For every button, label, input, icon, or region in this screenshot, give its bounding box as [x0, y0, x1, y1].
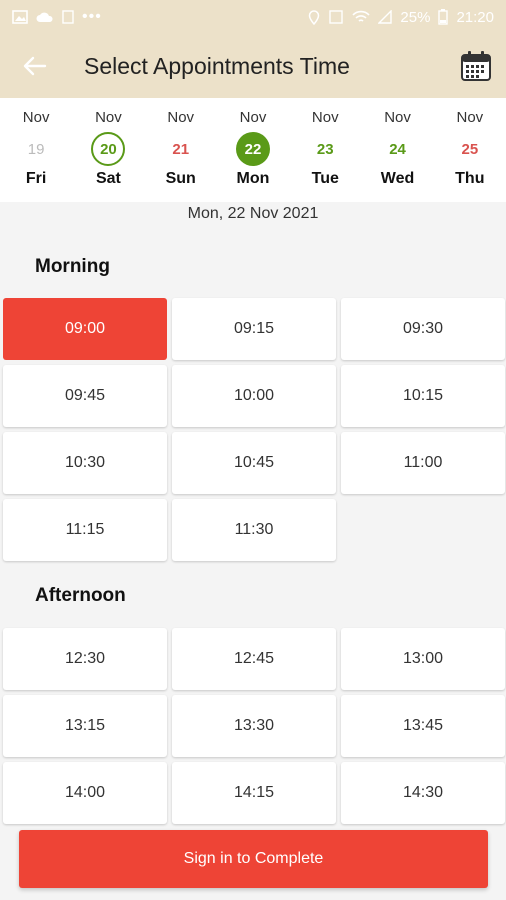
- document-icon: [62, 10, 74, 24]
- day-number: 25: [461, 140, 479, 158]
- status-left-icons: •••: [12, 8, 102, 26]
- day-number: 24: [389, 140, 406, 158]
- sim-icon: [329, 10, 344, 24]
- time-slot[interactable]: 11:00: [341, 432, 505, 494]
- battery-level: 25%: [400, 8, 431, 26]
- day-nov-23[interactable]: Nov 23 Tue: [289, 98, 361, 202]
- day-weekday: Sat: [95, 170, 121, 187]
- time-slot[interactable]: 09:00: [3, 298, 167, 360]
- time-slot[interactable]: 09:30: [341, 298, 505, 360]
- status-bar: ••• 25% 21:20: [0, 0, 506, 34]
- time-slot[interactable]: 09:15: [172, 298, 336, 360]
- calendar-icon: [461, 51, 491, 81]
- day-month: Nov: [95, 109, 122, 126]
- app-bar: Select Appointments Time: [0, 34, 506, 98]
- time-slot[interactable]: 14:30: [341, 762, 505, 824]
- time-slot[interactable]: 10:45: [172, 432, 336, 494]
- selected-date-label: Mon, 22 Nov 2021: [187, 205, 319, 222]
- day-number: 19: [27, 140, 45, 158]
- morning-slots: 09:00 09:15 09:30 09:45 10:00 10:15 10:3…: [3, 298, 505, 561]
- status-right-icons: 25% 21:20: [308, 9, 494, 26]
- battery-icon: [438, 9, 449, 25]
- day-weekday: Sun: [165, 170, 196, 187]
- cloud-icon: [36, 12, 53, 22]
- day-number: 21: [172, 140, 190, 158]
- signal-icon: [378, 10, 393, 24]
- time-slot[interactable]: 12:30: [3, 628, 167, 690]
- calendar-button[interactable]: [446, 34, 506, 98]
- day-weekday: Mon: [236, 170, 270, 187]
- day-nov-20[interactable]: Nov 20 Sat: [72, 98, 144, 202]
- time-slot[interactable]: 13:15: [3, 695, 167, 757]
- status-time: 21:20: [456, 8, 494, 26]
- day-weekday: Wed: [380, 170, 415, 187]
- time-slot[interactable]: 14:00: [3, 762, 167, 824]
- day-month: Nov: [239, 109, 267, 126]
- date-strip: Nov 19 Fri Nov 20 Sat Nov 21 Sun Nov 22 …: [0, 98, 506, 202]
- time-slot[interactable]: 10:00: [172, 365, 336, 427]
- location-icon: [309, 9, 320, 25]
- image-icon: [12, 10, 28, 24]
- back-button[interactable]: [0, 34, 70, 98]
- time-slot[interactable]: 13:45: [341, 695, 505, 757]
- page-title: Select Appointments Time: [84, 52, 350, 79]
- day-number: 20: [91, 132, 126, 166]
- day-month: Nov: [22, 109, 50, 126]
- day-number: 23: [316, 140, 334, 158]
- time-slot[interactable]: 13:30: [172, 695, 336, 757]
- day-weekday: Thu: [455, 170, 485, 187]
- wifi-icon: [352, 10, 371, 22]
- sign-in-button[interactable]: Sign in to Complete: [19, 830, 488, 888]
- time-slot[interactable]: 12:45: [172, 628, 336, 690]
- day-nov-19[interactable]: Nov 19 Fri: [0, 98, 72, 202]
- more-notifications-icon: •••: [82, 8, 102, 25]
- time-slot[interactable]: 11:30: [172, 499, 336, 561]
- time-slot[interactable]: 10:15: [341, 365, 505, 427]
- time-slot[interactable]: 13:00: [341, 628, 505, 690]
- day-nov-21[interactable]: Nov 21 Sun: [145, 98, 217, 202]
- day-nov-24[interactable]: Nov 24 Wed: [361, 98, 433, 202]
- time-slot[interactable]: 09:45: [3, 365, 167, 427]
- day-number: 22: [235, 132, 270, 166]
- day-month: Nov: [384, 109, 411, 126]
- day-nov-25[interactable]: Nov 25 Thu: [434, 98, 506, 202]
- time-slot[interactable]: 10:30: [3, 432, 167, 494]
- day-weekday: Fri: [25, 170, 47, 187]
- afternoon-heading: Afternoon: [35, 585, 126, 606]
- afternoon-slots: 12:30 12:45 13:00 13:15 13:30 13:45 14:0…: [3, 628, 505, 824]
- arrow-left-icon: [23, 56, 47, 76]
- day-weekday: Tue: [311, 170, 339, 187]
- day-month: Nov: [456, 109, 484, 126]
- day-month: Nov: [167, 109, 195, 126]
- day-month: Nov: [311, 109, 339, 126]
- morning-heading: Morning: [35, 256, 110, 277]
- time-slot[interactable]: 11:15: [3, 499, 167, 561]
- time-slot[interactable]: 14:15: [172, 762, 336, 824]
- day-nov-22[interactable]: Nov 22 Mon: [217, 98, 289, 202]
